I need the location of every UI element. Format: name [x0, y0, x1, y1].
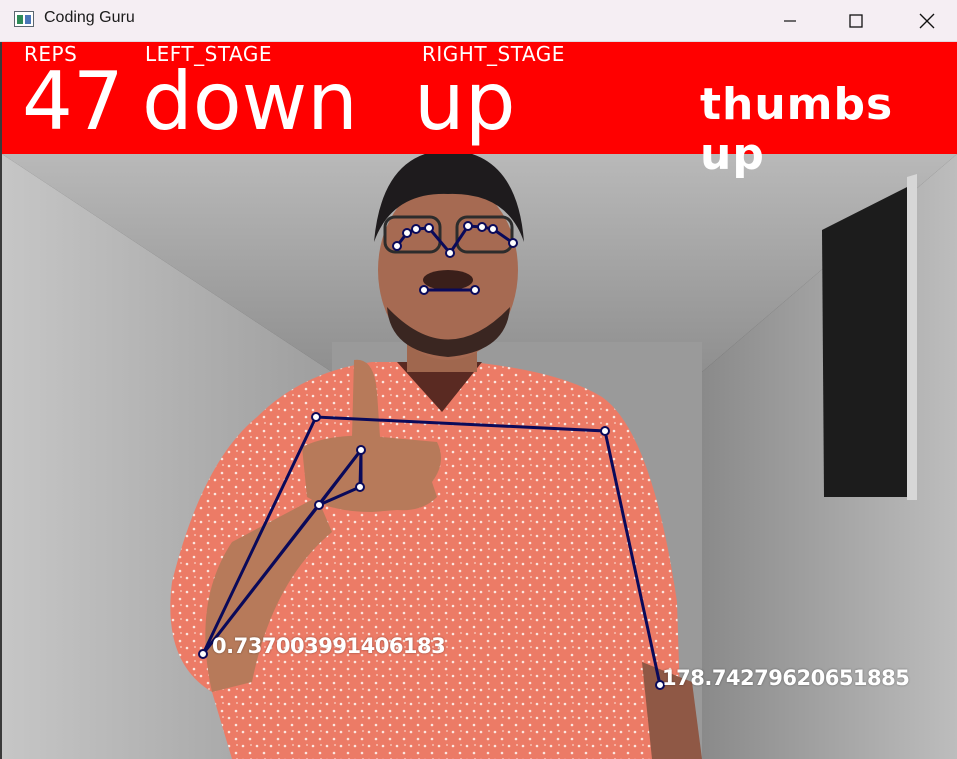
right-stage-value: up [414, 55, 516, 148]
skeleton-lines [201, 224, 662, 686]
camera-feed: REPS LEFT_STAGE RIGHT_STAGE 47 down up t… [2, 42, 957, 759]
minimize-button[interactable] [760, 0, 820, 42]
left-elbow-angle: 0.737003991406183 [212, 634, 446, 658]
right-elbow-angle: 178.74279620651885 [662, 666, 910, 690]
close-button[interactable] [897, 0, 957, 42]
maximize-button[interactable] [826, 0, 886, 42]
minimize-icon [784, 20, 796, 22]
gesture-label: thumbs up [700, 79, 894, 180]
window-titlebar[interactable]: Coding Guru [0, 0, 957, 42]
maximize-icon [849, 14, 863, 28]
reps-count: 47 [22, 55, 124, 148]
skeleton-joints [198, 221, 665, 690]
left-stage-value: down [142, 55, 358, 148]
app-icon [14, 11, 34, 27]
window-title: Coding Guru [44, 9, 135, 26]
close-icon [919, 13, 935, 29]
